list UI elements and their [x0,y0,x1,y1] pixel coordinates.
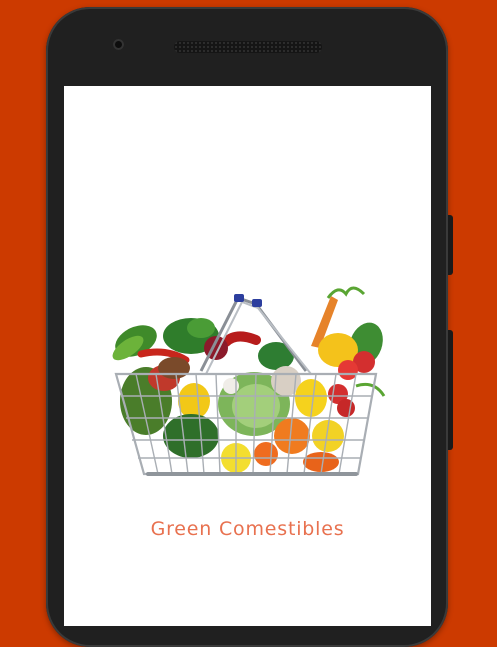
power-button [448,215,453,275]
volume-button [448,330,453,450]
vegetable-basket-image [112,286,386,476]
app-title: Green Comestibles [150,518,345,540]
front-camera [113,39,124,50]
splash-screen: Green Comestibles [64,86,431,626]
earpiece-speaker [174,41,322,53]
